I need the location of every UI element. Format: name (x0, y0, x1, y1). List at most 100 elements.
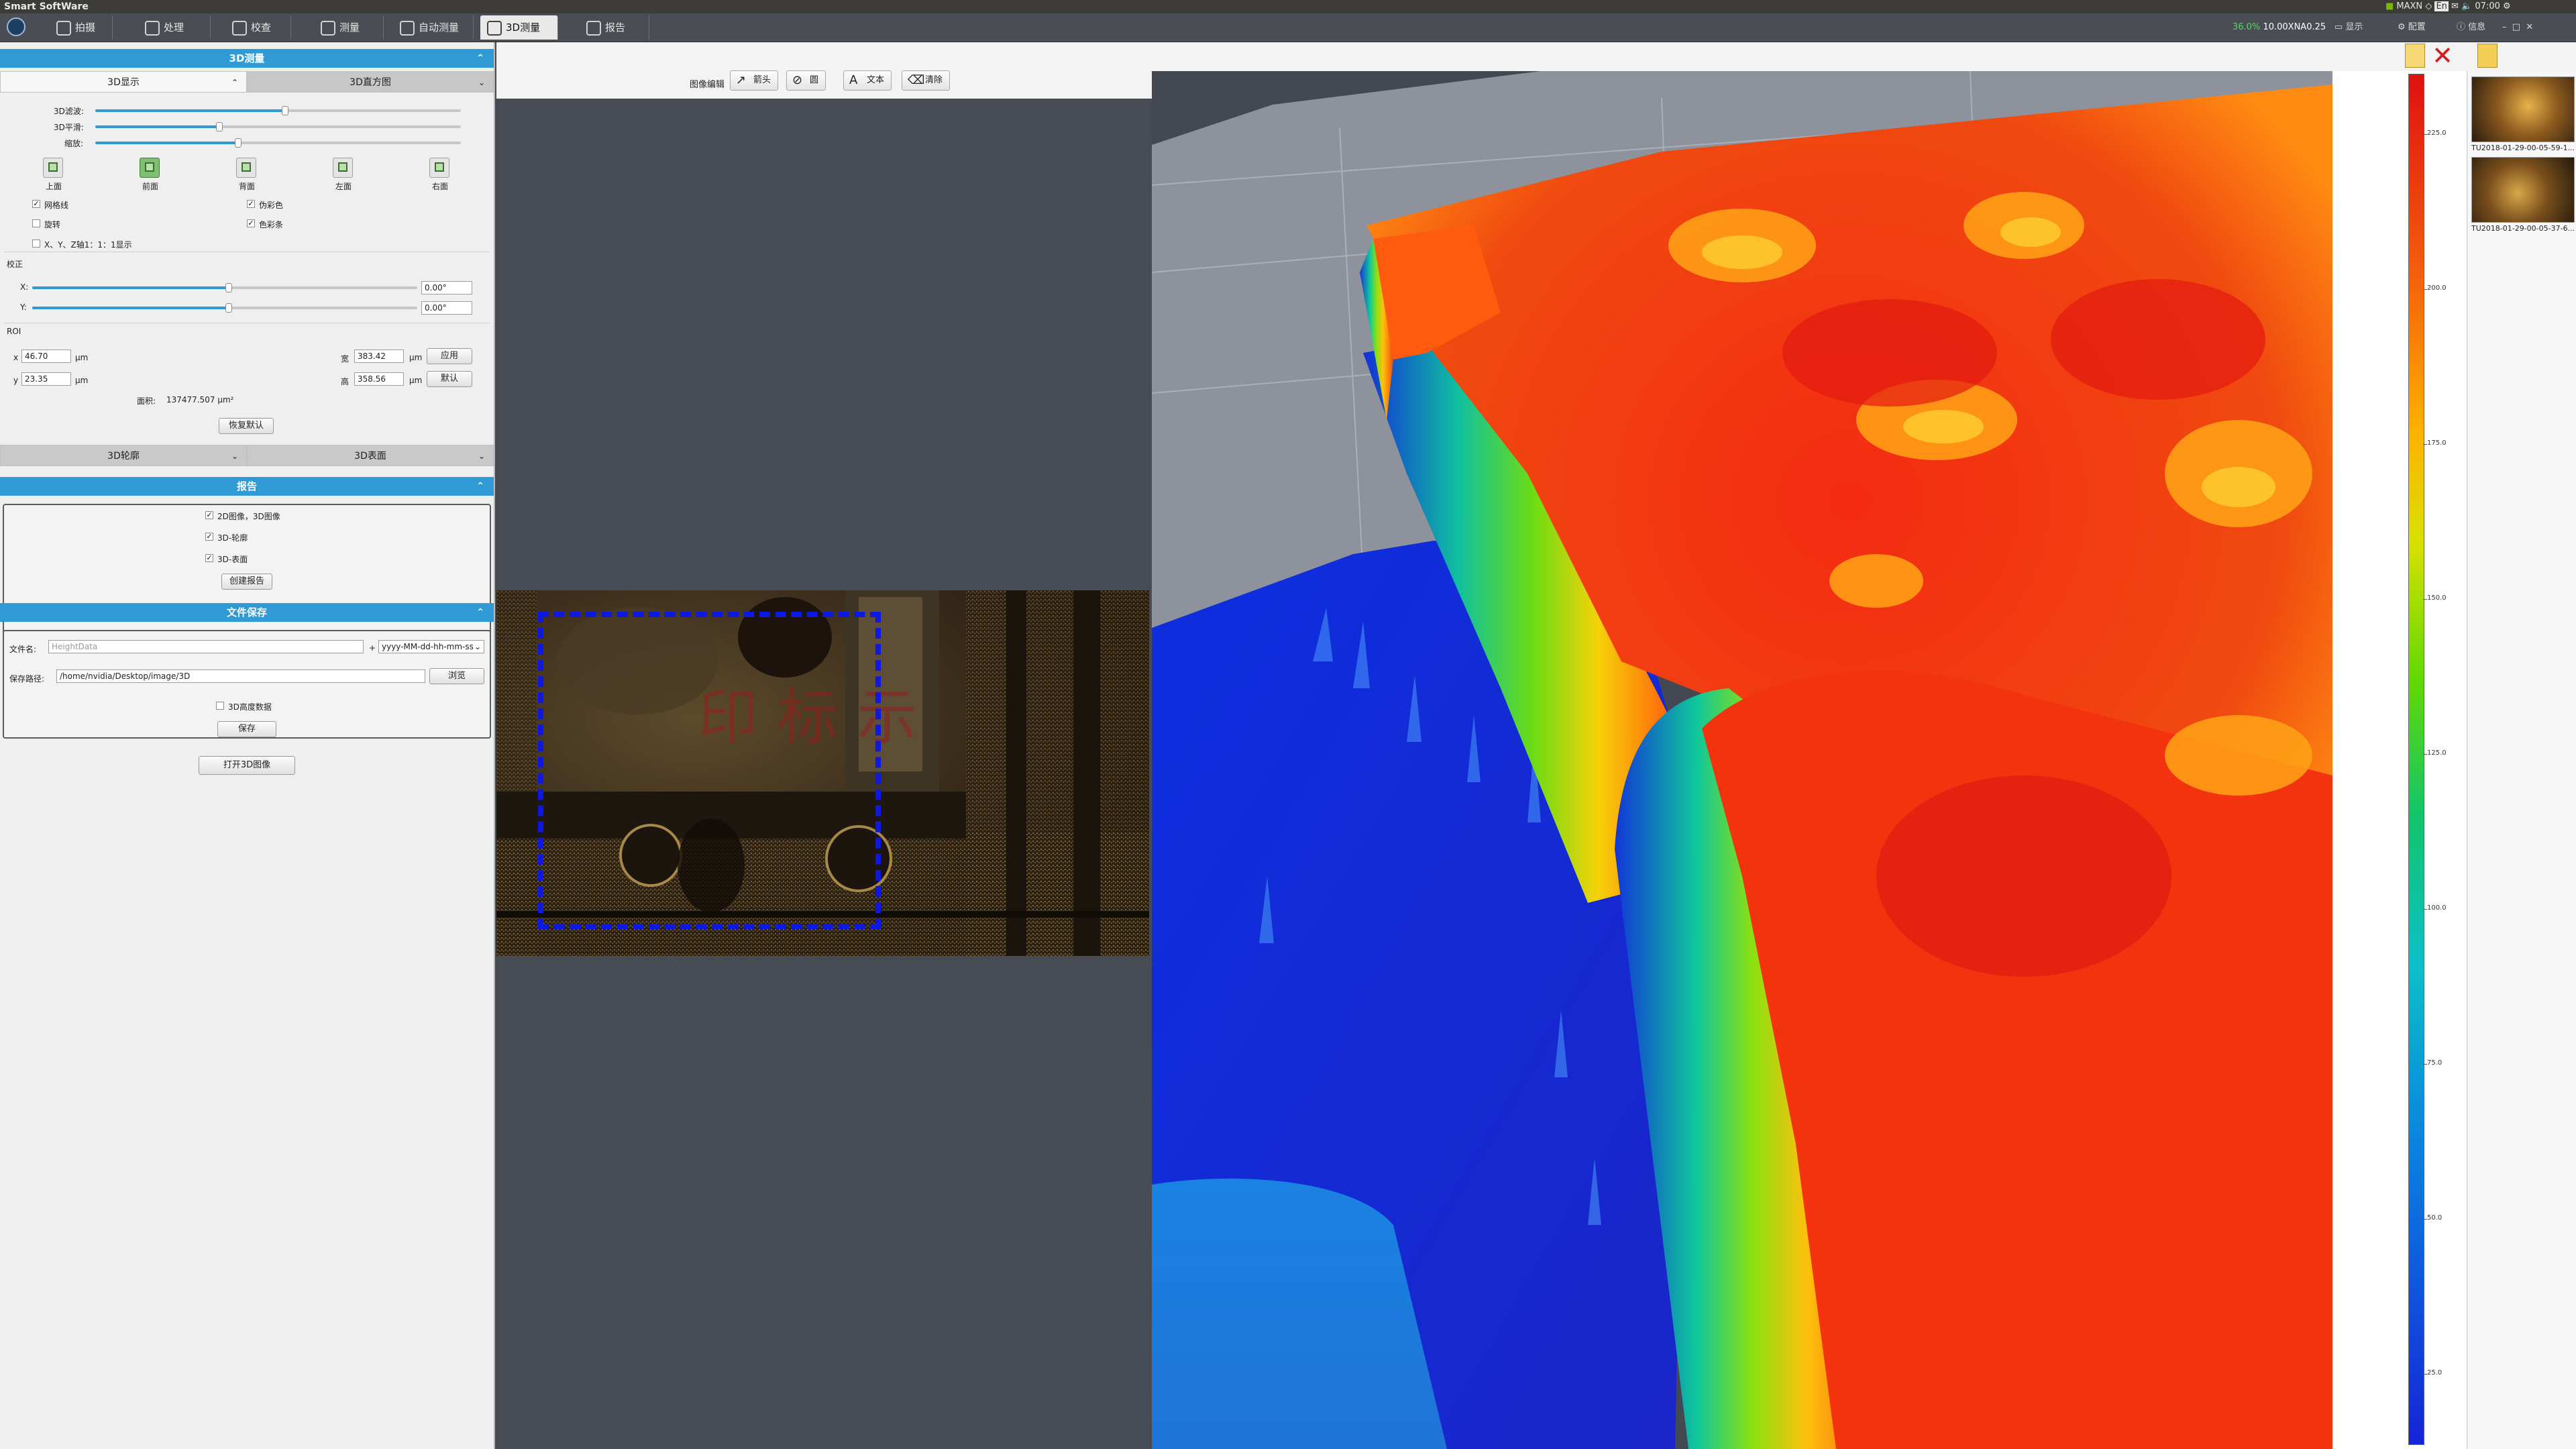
chevron-down-icon: ⌄ (231, 451, 238, 461)
clear-tool-button[interactable]: ⌫ 清除 (902, 70, 951, 91)
mail-icon: ✉ (2451, 1, 2462, 11)
view-back-button[interactable] (236, 158, 256, 178)
date-format-select[interactable]: yyyy-MM-dd-hh-mm-ss ⌄ (378, 640, 484, 653)
colorbar-checkbox[interactable]: ✓ (247, 219, 255, 227)
browse-button[interactable]: 浏览 (429, 668, 484, 684)
save-button[interactable]: 保存 (217, 721, 276, 737)
roi-w-unit: μm (409, 353, 423, 362)
smooth-slider[interactable] (95, 122, 461, 131)
view-right-button[interactable] (429, 158, 449, 178)
roi-h-field[interactable]: 358.56 (354, 372, 404, 386)
colorbar-tick-label: 75.0 (2427, 1059, 2443, 1067)
config-icon: ⚙ (2398, 22, 2408, 32)
slider-handle[interactable] (225, 283, 232, 292)
height-data-checkbox[interactable] (216, 702, 224, 710)
objective-status: 10.00XNA0.25 (2263, 22, 2326, 32)
report-2d3d-checkbox[interactable]: ✓ (205, 511, 213, 519)
close-icon[interactable]: ✕ (2526, 22, 2533, 32)
roi-x-field[interactable]: 46.70 (21, 350, 71, 363)
report-profile-checkbox[interactable]: ✓ (205, 533, 213, 541)
app-logo-icon[interactable] (7, 17, 25, 36)
thumbnail-image-2[interactable] (2471, 157, 2575, 223)
area-value: 137477.507 μm² (166, 395, 234, 405)
area-label: 面积: (137, 396, 156, 406)
tab-3d-display[interactable]: 3D显示 ⌃ (0, 71, 247, 93)
menu-bar: 拍摄 处理 校查 测量 自动测量 3D测量 报告 36.0% 10.00XNA0… (0, 13, 2576, 42)
system-tray: ■ MAXN ◇ En ✉ 🔈 07:00 ⚙ (2385, 1, 2511, 11)
filename-label: 文件名: (9, 645, 37, 654)
tab-measure[interactable]: 测量 (314, 15, 384, 40)
report-surface-checkbox[interactable]: ✓ (205, 554, 213, 562)
text-tool-button[interactable]: A 文本 (843, 70, 892, 91)
roi-y-field[interactable]: 23.35 (21, 372, 71, 386)
slider-handle[interactable] (234, 138, 241, 148)
correction-y-slider[interactable] (32, 303, 417, 313)
smooth-label: 3D平滑: (54, 123, 84, 132)
slider-handle[interactable] (216, 122, 223, 131)
tab-auto-measure[interactable]: 自动测量 (393, 15, 474, 40)
filename-input[interactable]: HeightData (48, 640, 364, 653)
correction-y-field[interactable]: 0.00° (421, 301, 472, 315)
filter-slider[interactable] (95, 106, 461, 115)
slider-handle[interactable] (225, 303, 232, 313)
section-report-header[interactable]: 报告 ⌃ (0, 477, 494, 496)
roi-h-label: 高 (341, 377, 350, 386)
info-button[interactable]: ⓘ 信息 (2457, 19, 2485, 36)
thumbnail-label-1: TU2018-01-29-00-05-59-1... (2471, 144, 2575, 152)
show-button[interactable]: ▭ 显示 (2334, 19, 2363, 36)
section-save-header[interactable]: 文件保存 ⌃ (0, 603, 494, 622)
tab-capture[interactable]: 拍摄 (50, 15, 113, 40)
roi-label: ROI (7, 327, 21, 336)
3d-icon (487, 20, 502, 36)
default-button[interactable]: 默认 (427, 371, 472, 387)
apply-button[interactable]: 应用 (427, 348, 472, 364)
save-file-icon[interactable] (2405, 44, 2425, 68)
save-path-input[interactable]: /home/nvidia/Desktop/image/3D (56, 669, 425, 683)
view-left-button[interactable] (333, 158, 353, 178)
view-top-button[interactable] (43, 158, 63, 178)
zoom-slider[interactable] (95, 138, 461, 148)
plus-label: + (369, 643, 376, 653)
circle-tool-button[interactable]: ⊘ 圆 (786, 70, 826, 91)
minimize-icon[interactable]: – (2502, 22, 2507, 32)
tab-calibrate[interactable]: 校查 (225, 15, 291, 40)
settings-gear-icon[interactable]: ⚙ (2503, 1, 2511, 11)
left-panel: 3D测量 ⌃ 3D显示 ⌃ 3D直方图 ⌄ 3D滤波: 3D平滑: 缩放: 上面 前面… (0, 42, 495, 1449)
maximize-icon[interactable]: □ (2512, 22, 2520, 32)
tab-3d-surface[interactable]: 3D表面 ⌄ (247, 445, 494, 466)
tab-report[interactable]: 报告 (580, 15, 649, 40)
tab-process[interactable]: 处理 (138, 15, 211, 40)
rotate-checkbox[interactable] (32, 219, 40, 227)
colorbar-tick-label: 100.0 (2427, 904, 2447, 912)
grid-checkbox[interactable]: ✓ (32, 200, 40, 208)
height-data-label: 3D高度数据 (228, 702, 272, 712)
report-icon (586, 20, 601, 36)
correction-x-field[interactable]: 0.00° (421, 281, 472, 294)
roi-w-label: 宽 (341, 354, 350, 364)
roi-w-field[interactable]: 383.42 (354, 350, 404, 363)
create-report-button[interactable]: 创建报告 (221, 574, 272, 590)
slider-handle[interactable] (282, 106, 289, 115)
tab-3d-measure[interactable]: 3D测量 (480, 15, 558, 40)
roi-selection-box[interactable] (538, 612, 881, 929)
open-folder-icon[interactable] (2477, 44, 2498, 68)
section-3d-measure-header[interactable]: 3D测量 ⌃ (0, 49, 494, 68)
arrow-tool-button[interactable]: ↗ 箭头 (730, 70, 779, 91)
close-red-icon[interactable]: ✕ (2430, 42, 2455, 69)
chevron-down-icon: ⌄ (474, 642, 481, 651)
pseudo-color-checkbox[interactable]: ✓ (247, 200, 255, 208)
view-front-button[interactable] (140, 158, 160, 178)
axis-ratio-checkbox[interactable] (32, 239, 40, 248)
3d-surface-render (1152, 71, 2332, 1449)
calibrate-icon (232, 20, 247, 36)
thumbnail-image-1[interactable] (2471, 76, 2575, 142)
tab-3d-histogram[interactable]: 3D直方图 ⌄ (247, 71, 494, 93)
config-button[interactable]: ⚙ 配置 (2398, 19, 2426, 36)
correction-x-slider[interactable] (32, 283, 417, 292)
view-left-label: 左面 (335, 182, 352, 191)
tab-3d-profile[interactable]: 3D轮廓 ⌄ (0, 445, 247, 466)
restore-default-button[interactable]: 恢复默认 (219, 418, 274, 434)
corr-x-label: X: (20, 282, 29, 292)
open-3d-image-button[interactable]: 打开3D图像 (199, 756, 295, 775)
3d-surface-view[interactable] (1152, 71, 2332, 1449)
